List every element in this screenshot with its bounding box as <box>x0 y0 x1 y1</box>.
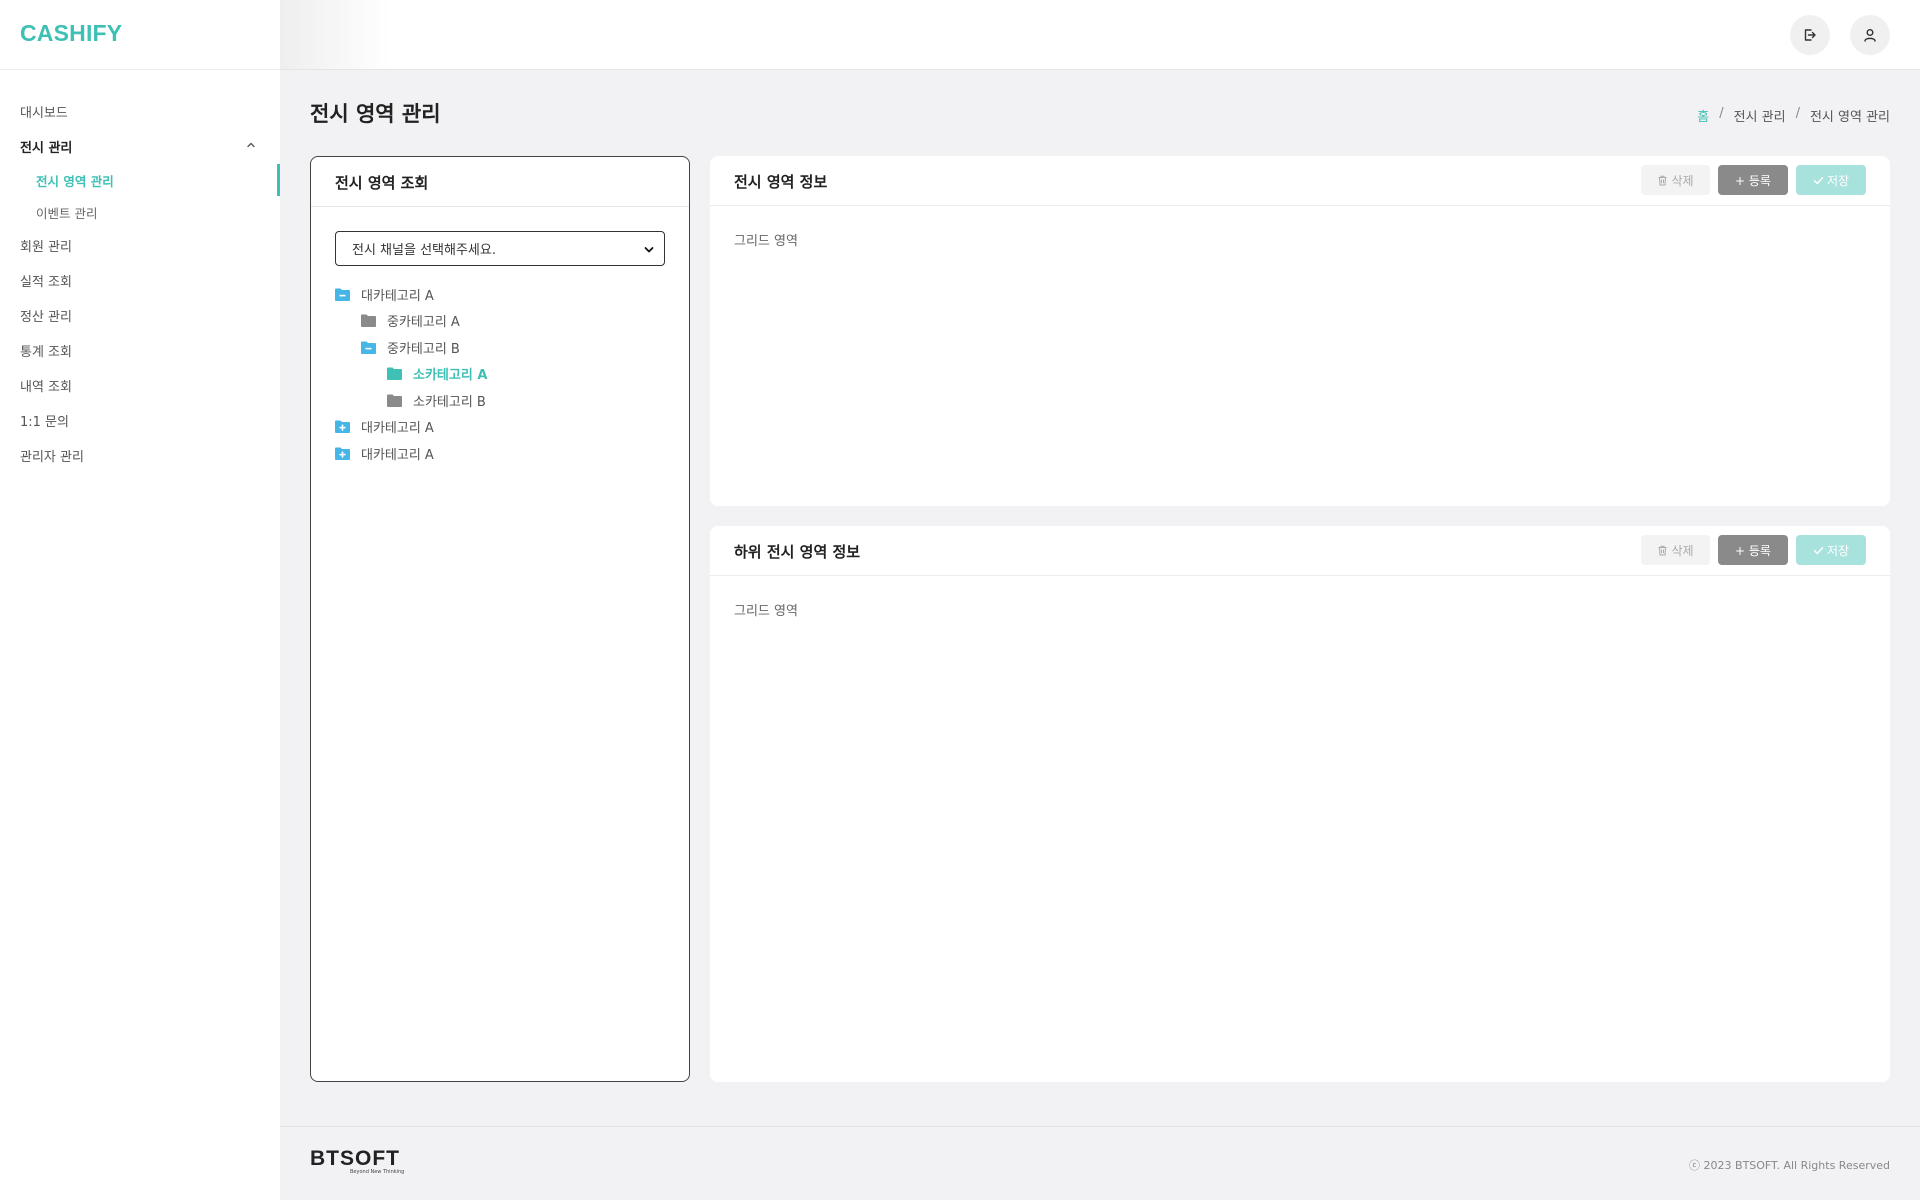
user-icon <box>1864 29 1876 42</box>
register-label: + 등록 <box>1735 173 1771 188</box>
breadcrumb-separator: / <box>1795 106 1800 121</box>
tree-node-selected[interactable]: 소카테고리 A <box>335 361 665 388</box>
panel-header: 전시 영역 정보 삭제 + 등록 저장 <box>710 156 1890 206</box>
display-channel-select[interactable]: 전시 채널을 선택해주세요. <box>335 231 665 266</box>
sidebar-subitem-event[interactable]: 이벤트 관리 <box>0 196 280 228</box>
tree-node-label: 대카테고리 A <box>361 447 434 463</box>
chevron-up-icon <box>247 142 255 148</box>
breadcrumb-current: 전시 영역 관리 <box>1809 110 1890 125</box>
tree-node[interactable]: 대카테고리 A <box>335 281 665 308</box>
tree-node[interactable]: 소카테고리 B <box>335 387 665 414</box>
panel-title: 전시 영역 정보 <box>734 173 828 191</box>
grid-area: 그리드 영역 <box>734 604 798 619</box>
logout-icon <box>1804 29 1816 41</box>
tree-node-label: 중카테고리 B <box>387 341 460 357</box>
logout-button[interactable] <box>1790 15 1830 55</box>
folder-icon <box>387 394 402 407</box>
tree-node[interactable]: 대카테고리 A <box>335 440 665 467</box>
sidebar: CASHIFY 대시보드 전시 관리 전시 영역 관리 이벤트 관리 회원 관리… <box>0 0 280 1200</box>
sidebar-nav: 대시보드 전시 관리 전시 영역 관리 이벤트 관리 회원 관리 실적 조회 정… <box>0 70 280 473</box>
grid-area: 그리드 영역 <box>734 234 798 249</box>
tree-node-label: 중카테고리 A <box>387 315 460 331</box>
folder-plus-icon <box>335 420 350 434</box>
btsoft-logo: BTSOFT Beyond New Thinking <box>310 1147 405 1175</box>
logo-text: BTSOFT <box>310 1147 400 1170</box>
category-tree: 대카테고리 A 중카테고리 A 중카테고리 B 소카테고리 A 소카테고리 B … <box>335 281 665 467</box>
register-label: + 등록 <box>1735 543 1771 558</box>
delete-label: 삭제 <box>1671 173 1694 188</box>
folder-icon <box>361 314 376 328</box>
folder-plus-icon <box>335 447 350 460</box>
breadcrumb: 홈 / 전시 관리 / 전시 영역 관리 <box>1697 106 1890 125</box>
panel-actions: 삭제 + 등록 저장 <box>1641 535 1866 565</box>
folder-minus-icon <box>335 288 350 301</box>
breadcrumb-display-management[interactable]: 전시 관리 <box>1734 106 1786 125</box>
folder-icon <box>387 367 402 381</box>
delete-button[interactable]: 삭제 <box>1641 535 1710 565</box>
folder-minus-icon <box>361 341 376 354</box>
tree-node[interactable]: 대카테고리 A <box>335 414 665 441</box>
sidebar-item-admin[interactable]: 관리자 관리 <box>0 438 280 473</box>
sidebar-item-settlement[interactable]: 정산 관리 <box>0 298 280 333</box>
panel-title: 하위 전시 영역 정보 <box>734 543 861 561</box>
trash-icon <box>1658 545 1667 555</box>
tree-panel-title: 전시 영역 조회 <box>311 157 689 207</box>
brand-logo[interactable]: CASHIFY <box>0 0 280 70</box>
display-area-info-panel: 전시 영역 정보 삭제 + 등록 저장 그리드 영역 <box>710 156 1890 506</box>
sub-display-area-info-panel: 하위 전시 영역 정보 삭제 + 등록 저장 그리드 영역 <box>710 526 1890 1082</box>
panel-actions: 삭제 + 등록 저장 <box>1641 165 1866 195</box>
panel-header: 하위 전시 영역 정보 삭제 + 등록 저장 <box>710 526 1890 576</box>
sidebar-item-history[interactable]: 내역 조회 <box>0 368 280 403</box>
sidebar-item-members[interactable]: 회원 관리 <box>0 228 280 263</box>
select-value: 전시 채널을 선택해주세요. <box>352 243 496 258</box>
register-button[interactable]: + 등록 <box>1718 165 1788 195</box>
check-icon <box>1813 546 1824 554</box>
save-label: 저장 <box>1826 173 1850 188</box>
sidebar-item-label: 전시 관리 <box>20 141 73 156</box>
display-area-tree-panel: 전시 영역 조회 전시 채널을 선택해주세요. 대카테고리 A 중카테고리 A <box>310 156 690 1082</box>
sidebar-item-performance[interactable]: 실적 조회 <box>0 263 280 298</box>
save-button[interactable]: 저장 <box>1796 535 1866 565</box>
sidebar-item-dashboard[interactable]: 대시보드 <box>0 94 280 129</box>
top-header <box>280 0 1920 70</box>
chevron-down-icon <box>644 247 654 253</box>
copyright: ⓒ 2023 BTSOFT. All Rights Reserved <box>1689 1159 1890 1172</box>
save-label: 저장 <box>1826 543 1850 558</box>
sidebar-item-display-management[interactable]: 전시 관리 <box>0 129 280 164</box>
sidebar-subitem-display-area[interactable]: 전시 영역 관리 <box>0 164 280 196</box>
tree-node[interactable]: 중카테고리 A <box>335 308 665 335</box>
sidebar-item-inquiry[interactable]: 1:1 문의 <box>0 403 280 438</box>
tree-node-label: 대카테고리 A <box>361 421 434 437</box>
register-button[interactable]: + 등록 <box>1718 535 1788 565</box>
tree-node-label: 대카테고리 A <box>361 288 434 304</box>
tree-node-label: 소카테고리 B <box>413 394 486 410</box>
tree-node-label: 소카테고리 A <box>413 368 488 384</box>
check-icon <box>1813 176 1824 184</box>
save-button[interactable]: 저장 <box>1796 165 1866 195</box>
breadcrumb-home[interactable]: 홈 <box>1697 106 1709 125</box>
breadcrumb-separator: / <box>1719 106 1724 121</box>
sidebar-item-statistics[interactable]: 통계 조회 <box>0 333 280 368</box>
profile-button[interactable] <box>1850 15 1890 55</box>
tree-node[interactable]: 중카테고리 B <box>335 334 665 361</box>
page-title: 전시 영역 관리 <box>310 102 441 126</box>
trash-icon <box>1658 175 1667 185</box>
logo-tagline: Beyond New Thinking <box>350 1169 405 1175</box>
delete-button[interactable]: 삭제 <box>1641 165 1710 195</box>
delete-label: 삭제 <box>1671 543 1694 558</box>
footer: BTSOFT Beyond New Thinking ⓒ 2023 BTSOFT… <box>280 1126 1920 1200</box>
